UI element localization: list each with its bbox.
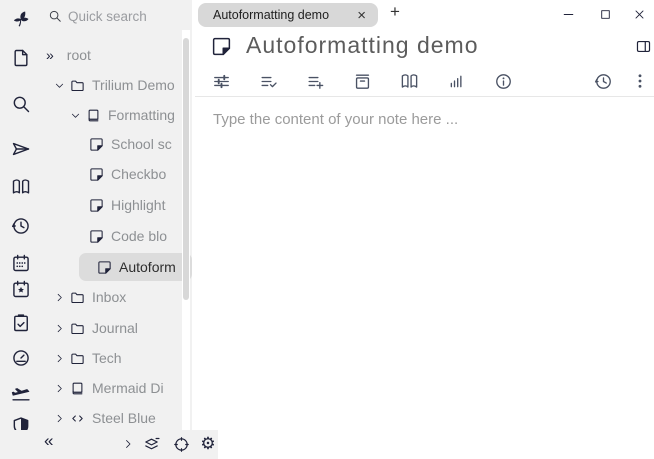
gear-icon[interactable]: ⚙ xyxy=(198,434,218,454)
new-note-icon[interactable] xyxy=(10,47,32,69)
collapse-sidebar-icon[interactable]: « xyxy=(44,431,53,451)
tree-item-label: Autoform xyxy=(119,259,176,275)
chevron-right-icon[interactable] xyxy=(53,413,66,424)
promoted-attributes-list-plus-icon[interactable] xyxy=(305,71,325,91)
tab-close-icon[interactable]: × xyxy=(357,7,366,24)
tree-item-label: Highlight xyxy=(111,197,166,213)
tree-item-autoformatting-selected[interactable]: Autoform xyxy=(40,252,192,282)
quick-search-input[interactable] xyxy=(68,8,178,24)
window-minimize-button[interactable] xyxy=(560,6,576,22)
tree-item-checkbox[interactable]: Checkbo xyxy=(40,159,192,189)
chevron-right-icon[interactable] xyxy=(53,353,66,364)
chevron-down-icon[interactable] xyxy=(69,110,82,121)
chevron-right-icon[interactable] xyxy=(53,323,66,334)
tab-title: Autoformatting demo xyxy=(213,8,330,22)
note-title[interactable]: Autoformatting demo xyxy=(246,32,479,59)
selected-item-highlight[interactable]: Autoform xyxy=(79,253,192,281)
trilium-logo[interactable] xyxy=(10,8,32,30)
note-detail-pane: Autoformatting demo × + Autoformatting d… xyxy=(192,0,654,459)
tree-item-label: Steel Blue xyxy=(92,410,156,426)
jump-to-note-icon[interactable] xyxy=(10,138,32,160)
editor-placeholder-text: Type the content of your note here ... xyxy=(213,111,459,128)
note-content-editor[interactable]: Type the content of your note here ... xyxy=(192,98,654,459)
chevron-right-icon[interactable] xyxy=(53,383,66,394)
tree-item-inbox[interactable]: Inbox xyxy=(40,282,192,312)
tree-item-formatting[interactable]: Formatting xyxy=(40,100,192,130)
note-tree-panel: » root Trilium Demo Formatting School sc… xyxy=(40,0,192,459)
tree-item-label: Mermaid Di xyxy=(92,380,164,396)
chevron-down-icon[interactable] xyxy=(53,80,66,91)
split-pane-icon[interactable] xyxy=(635,38,652,60)
trilium-window: » root Trilium Demo Formatting School sc… xyxy=(0,0,654,459)
tree-item-code-blocks[interactable]: Code blo xyxy=(40,221,192,251)
folder-icon xyxy=(69,321,86,336)
note-icon xyxy=(96,260,113,275)
chevron-right-icon[interactable] xyxy=(118,434,138,454)
basic-properties-sliders-icon[interactable] xyxy=(211,71,231,91)
note-icon xyxy=(211,36,232,62)
launcher-bar xyxy=(0,0,40,459)
tree-item-label: Formatting xyxy=(108,107,175,123)
tree-item-steel-blue[interactable]: Steel Blue xyxy=(40,403,192,433)
today-calendar-star-icon[interactable] xyxy=(10,278,32,300)
tree-item-tech[interactable]: Tech xyxy=(40,343,192,373)
code-icon xyxy=(69,411,86,426)
similar-notes-bar-chart-icon[interactable] xyxy=(446,71,466,91)
travel-plane-icon[interactable] xyxy=(10,383,32,405)
tree-item-trilium-demo[interactable]: Trilium Demo xyxy=(40,70,192,100)
chevron-right-icon[interactable] xyxy=(53,292,66,303)
tree-item-label: Inbox xyxy=(92,289,127,305)
tree-scrollbar-track[interactable] xyxy=(182,30,190,430)
tree-item-highlighting[interactable]: Highlight xyxy=(40,190,192,220)
tree-item-root[interactable]: » root xyxy=(40,40,192,70)
tree-item-label: root xyxy=(66,47,91,63)
note-paths-archive-icon[interactable] xyxy=(352,71,372,91)
search-icon xyxy=(48,9,62,23)
search-icon[interactable] xyxy=(10,93,32,115)
dashboard-gauge-icon[interactable] xyxy=(10,347,32,369)
more-menu-dots-icon[interactable] xyxy=(630,71,650,91)
tab-autoformatting-demo[interactable]: Autoformatting demo × xyxy=(198,3,378,27)
crosshair-icon[interactable] xyxy=(171,434,191,454)
book-icon xyxy=(85,108,102,123)
tree-item-label: School sc xyxy=(111,136,172,152)
recent-changes-clock-icon[interactable] xyxy=(10,215,32,237)
window-maximize-button[interactable] xyxy=(597,6,613,22)
tree-item-label: Checkbo xyxy=(111,166,167,182)
note-title-row: Autoformatting demo xyxy=(192,30,654,66)
note-info-icon[interactable] xyxy=(493,71,513,91)
book-icon xyxy=(69,381,86,396)
tree-item-label: Trilium Demo xyxy=(92,77,175,93)
new-tab-button[interactable]: + xyxy=(385,2,405,26)
window-close-button[interactable] xyxy=(631,6,647,22)
folder-icon xyxy=(69,290,86,305)
tree-item-school-schedule[interactable]: School sc xyxy=(40,129,192,159)
layers-icon[interactable] xyxy=(141,434,161,454)
note-map-book-icon[interactable] xyxy=(10,176,32,198)
revisions-history-icon[interactable] xyxy=(593,71,613,91)
note-icon xyxy=(88,167,105,182)
folder-icon xyxy=(69,78,86,93)
tree-item-mermaid-diagrams[interactable]: Mermaid Di xyxy=(40,373,192,403)
tree-item-label: Tech xyxy=(92,350,122,366)
task-clipboard-check-icon[interactable] xyxy=(10,312,32,334)
calendar-icon[interactable] xyxy=(10,252,32,274)
tree-item-label: Journal xyxy=(92,320,138,336)
quick-search[interactable] xyxy=(40,2,192,30)
tree-scrollbar-thumb[interactable] xyxy=(183,38,189,300)
tree-item-label: Code blo xyxy=(111,228,168,244)
note-icon xyxy=(88,229,105,244)
tree-bottom-bar: « ⚙ xyxy=(0,430,218,459)
folder-icon xyxy=(69,351,86,366)
ribbon-toolbar xyxy=(195,66,654,97)
note-map-icon[interactable] xyxy=(399,71,419,91)
owned-attributes-list-check-icon[interactable] xyxy=(258,71,278,91)
tree-item-journal[interactable]: Journal xyxy=(40,313,192,343)
note-icon xyxy=(88,198,105,213)
note-icon xyxy=(88,137,105,152)
tab-bar: Autoformatting demo × + xyxy=(192,0,654,28)
double-chevron-right-icon[interactable]: » xyxy=(46,47,54,63)
